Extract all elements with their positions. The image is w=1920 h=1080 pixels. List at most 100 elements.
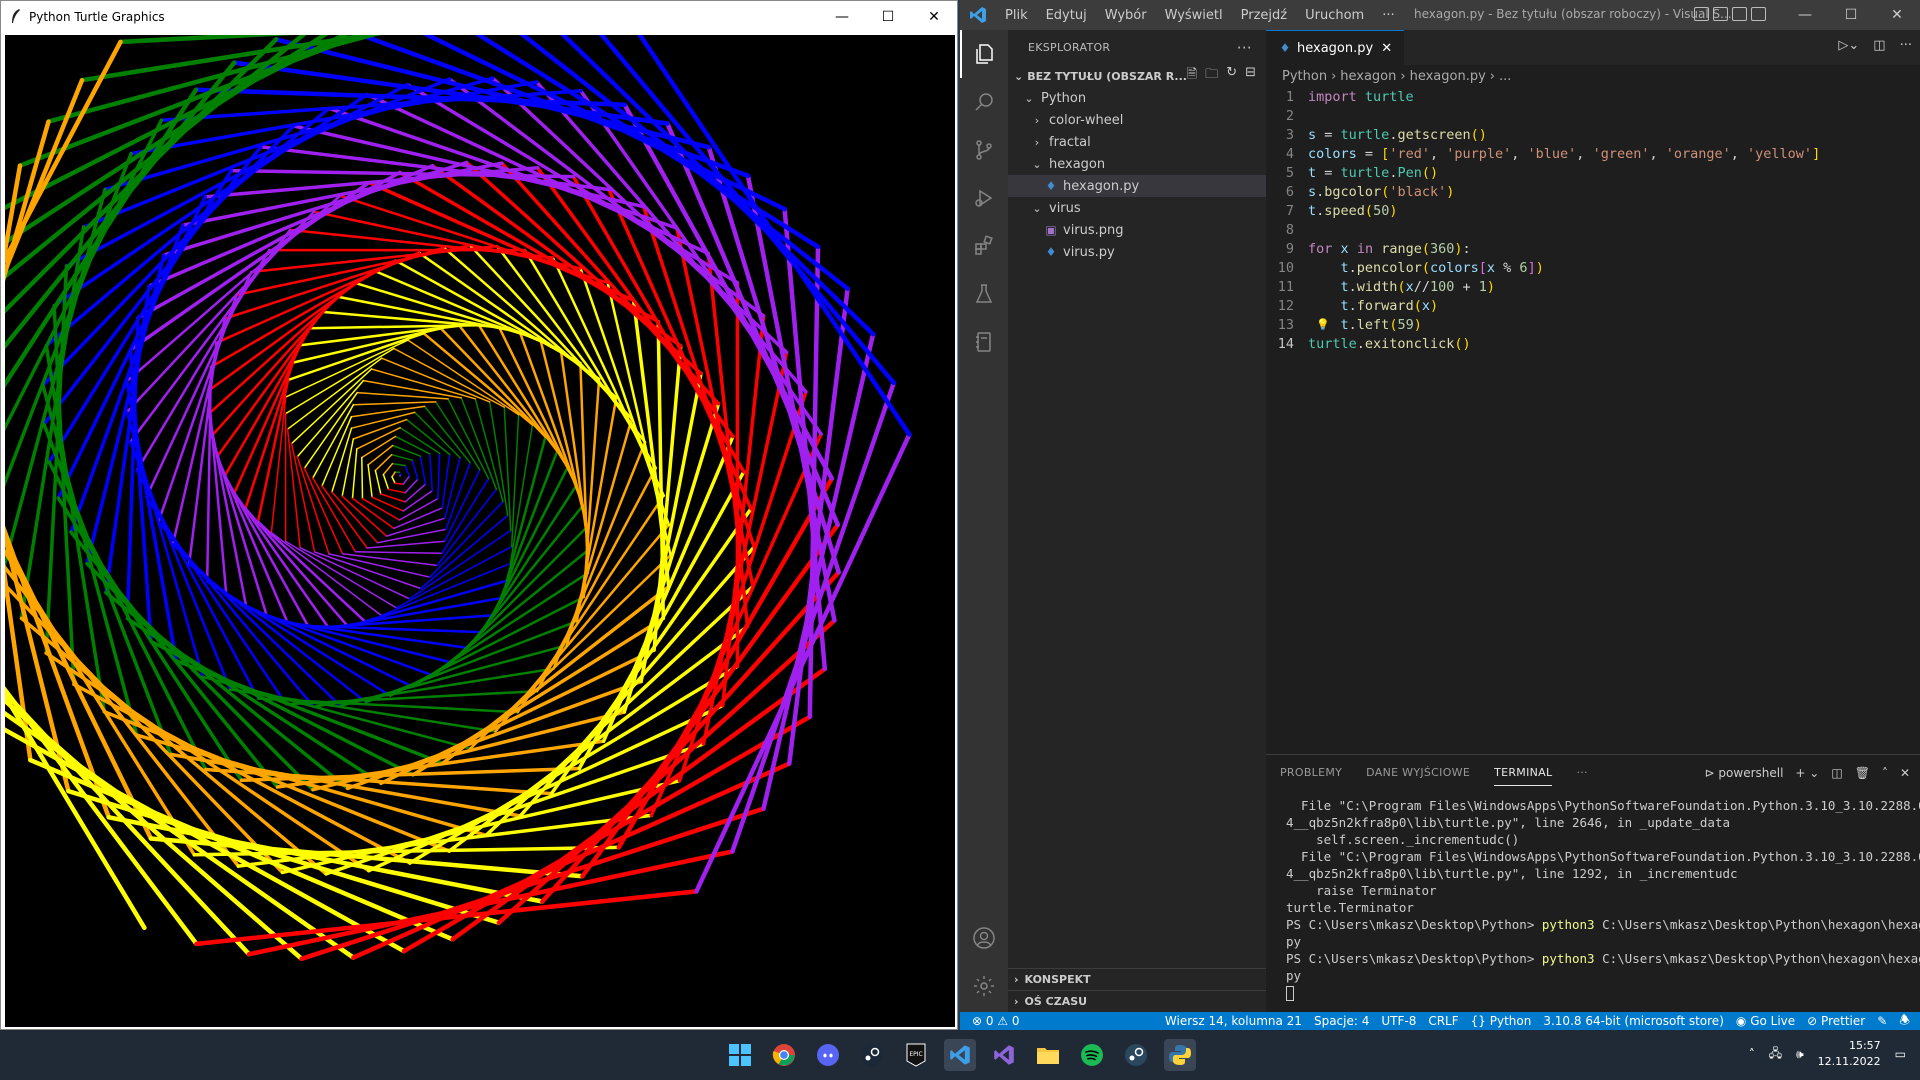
breadcrumb-item[interactable]: hexagon bbox=[1340, 69, 1396, 84]
refresh-icon[interactable]: ↻ bbox=[1226, 65, 1237, 87]
terminal-output[interactable]: File "C:\Program Files\WindowsApps\Pytho… bbox=[1266, 790, 1920, 1002]
feedback-icon[interactable]: ✎ bbox=[1877, 1014, 1887, 1028]
maximize-button[interactable]: ☐ bbox=[865, 1, 911, 33]
menu-item[interactable]: Edytuj bbox=[1046, 8, 1087, 23]
turtle-line bbox=[312, 477, 357, 553]
new-file-icon[interactable]: 🗎 bbox=[1187, 65, 1197, 87]
menu-item[interactable]: Plik bbox=[1005, 8, 1028, 23]
run-debug-icon[interactable] bbox=[960, 174, 1008, 222]
cursor-position-status[interactable]: Wiersz 14, kolumna 21 bbox=[1165, 1014, 1302, 1028]
maximize-panel-icon[interactable]: ˄ bbox=[1882, 766, 1888, 780]
turtle-line bbox=[387, 488, 406, 494]
menu-item[interactable]: Przejdź bbox=[1241, 8, 1287, 23]
source-control-icon[interactable] bbox=[960, 126, 1008, 174]
toggle-panel-icon[interactable] bbox=[1713, 7, 1728, 21]
run-file-icon[interactable]: ▷⌄ bbox=[1838, 38, 1859, 53]
toggle-secondary-sidebar-icon[interactable] bbox=[1732, 7, 1747, 21]
visual-studio-icon[interactable] bbox=[988, 1039, 1020, 1071]
menu-item[interactable]: Wybór bbox=[1105, 8, 1147, 23]
search-icon[interactable] bbox=[960, 78, 1008, 126]
tab-hexagon-py[interactable]: ♦ hexagon.py ✕ bbox=[1266, 30, 1405, 65]
new-folder-icon[interactable]: 🗀 bbox=[1205, 65, 1218, 87]
notebook-icon[interactable] bbox=[960, 318, 1008, 366]
breadcrumb-item[interactable]: Python bbox=[1282, 69, 1327, 84]
breadcrumb-item[interactable]: ... bbox=[1499, 69, 1511, 84]
epic-games-icon[interactable]: EPIC bbox=[900, 1039, 932, 1071]
code-editor[interactable]: 1 import turtle 2 3s = turtle. getscreen()… bbox=[1266, 87, 1920, 353]
collapse-all-icon[interactable]: ⊟ bbox=[1245, 65, 1256, 87]
steam-icon[interactable] bbox=[856, 1039, 888, 1071]
windows-start-icon[interactable] bbox=[724, 1039, 756, 1071]
tree-file[interactable]: ▣ virus.png bbox=[1008, 219, 1266, 241]
testing-icon[interactable] bbox=[960, 270, 1008, 318]
outline-section[interactable]: › KONSPEKT bbox=[1008, 968, 1266, 990]
explorer-icon[interactable] bbox=[960, 30, 1008, 78]
golive-status[interactable]: ◉ Go Live bbox=[1736, 1014, 1795, 1028]
close-tab-icon[interactable]: ✕ bbox=[1381, 41, 1392, 56]
menu-item[interactable]: Wyświetl bbox=[1165, 8, 1223, 23]
minimize-button[interactable]: — bbox=[819, 1, 865, 33]
editor-more-icon[interactable]: ··· bbox=[1900, 38, 1912, 53]
tree-file[interactable]: ♦ virus.py bbox=[1008, 241, 1266, 263]
lightbulb-icon[interactable]: 💡 bbox=[1316, 318, 1330, 331]
tree-folder[interactable]: › color-wheel bbox=[1008, 109, 1266, 131]
close-button[interactable]: ✕ bbox=[911, 1, 957, 33]
discord-icon[interactable] bbox=[812, 1039, 844, 1071]
python-turtle-taskbar-icon[interactable] bbox=[1164, 1039, 1196, 1071]
vscode-maximize-button[interactable]: ☐ bbox=[1828, 0, 1874, 30]
customize-layout-icon[interactable] bbox=[1751, 7, 1766, 21]
turtle-line bbox=[441, 477, 490, 555]
terminal-shell-selector[interactable]: ⊳ powershell bbox=[1705, 766, 1784, 780]
tree-folder[interactable]: › fractal bbox=[1008, 131, 1266, 153]
tab-problems[interactable]: PROBLEMY bbox=[1280, 766, 1342, 779]
settings-gear-icon[interactable] bbox=[960, 962, 1008, 1010]
tree-folder[interactable]: ⌄ virus bbox=[1008, 197, 1266, 219]
terminal-wrap-line: py bbox=[1286, 934, 1920, 951]
notifications-bell-icon[interactable]: 🕭 bbox=[1899, 1011, 1910, 1032]
chrome-icon[interactable] bbox=[768, 1039, 800, 1071]
language-status[interactable]: {} Python bbox=[1471, 1014, 1532, 1028]
turtle-titlebar[interactable]: Python Turtle Graphics — ☐ ✕ bbox=[1, 1, 957, 33]
split-terminal-icon[interactable]: ◫ bbox=[1831, 766, 1842, 780]
problems-status[interactable]: ⊗ 0 ⚠ 0 bbox=[972, 1014, 1020, 1028]
file-explorer-icon[interactable] bbox=[1032, 1039, 1064, 1071]
new-terminal-icon[interactable]: + ⌄ bbox=[1795, 766, 1819, 780]
notifications-icon[interactable]: ▭ bbox=[1895, 1047, 1906, 1061]
chevron-up-icon[interactable]: ˄ bbox=[1749, 1047, 1755, 1061]
tree-folder[interactable]: ⌄ hexagon bbox=[1008, 153, 1266, 175]
kill-terminal-icon[interactable]: 🗑 bbox=[1855, 766, 1870, 780]
menu-item[interactable]: Uruchom bbox=[1305, 8, 1364, 23]
more-actions-icon[interactable]: ··· bbox=[1237, 39, 1252, 57]
account-icon[interactable] bbox=[960, 914, 1008, 962]
vscode-minimize-button[interactable]: — bbox=[1782, 0, 1828, 30]
shell-name: powershell bbox=[1718, 765, 1784, 780]
turtle-line bbox=[352, 418, 408, 440]
eol-status[interactable]: CRLF bbox=[1428, 1014, 1458, 1028]
interpreter-status[interactable]: 3.10.8 64-bit (microsoft store) bbox=[1543, 1014, 1724, 1028]
indent-status[interactable]: Spacje: 4 bbox=[1314, 1014, 1369, 1028]
spotify-icon[interactable] bbox=[1076, 1039, 1108, 1071]
timeline-section[interactable]: › OŚ CZASU bbox=[1008, 990, 1266, 1012]
clock[interactable]: 15:57 12.11.2022 bbox=[1818, 1038, 1881, 1070]
steam-client-icon[interactable] bbox=[1120, 1039, 1152, 1071]
turtle-canvas[interactable] bbox=[5, 35, 955, 1027]
tab-output[interactable]: DANE WYJŚCIOWE bbox=[1366, 766, 1470, 779]
extensions-icon[interactable] bbox=[960, 222, 1008, 270]
vscode-taskbar-icon[interactable] bbox=[944, 1039, 976, 1071]
tree-folder[interactable]: ⌄ Python bbox=[1008, 87, 1266, 109]
volume-icon[interactable]: 🕪 bbox=[1796, 1047, 1804, 1062]
workspace-section[interactable]: ⌄ BEZ TYTUŁU (OBSZAR R... 🗎 🗀 ↻ ⊟ bbox=[1008, 65, 1266, 87]
encoding-status[interactable]: UTF-8 bbox=[1381, 1014, 1416, 1028]
vscode-close-button[interactable]: ✕ bbox=[1874, 0, 1920, 30]
split-editor-icon[interactable]: ◫ bbox=[1873, 38, 1885, 53]
tab-terminal[interactable]: TERMINAL bbox=[1494, 766, 1553, 786]
toggle-sidebar-icon[interactable] bbox=[1694, 7, 1709, 21]
turtle-line bbox=[394, 482, 405, 485]
tree-file[interactable]: ♦ hexagon.py bbox=[1008, 175, 1266, 197]
close-panel-icon[interactable]: ✕ bbox=[1900, 766, 1910, 780]
panel-more-icon[interactable]: ··· bbox=[1576, 766, 1587, 779]
menu-item[interactable]: ··· bbox=[1382, 8, 1394, 23]
network-icon[interactable]: 🖧 bbox=[1769, 1044, 1782, 1065]
breadcrumb-item[interactable]: hexagon.py bbox=[1410, 69, 1486, 84]
prettier-status[interactable]: ⊘ Prettier bbox=[1807, 1014, 1865, 1028]
